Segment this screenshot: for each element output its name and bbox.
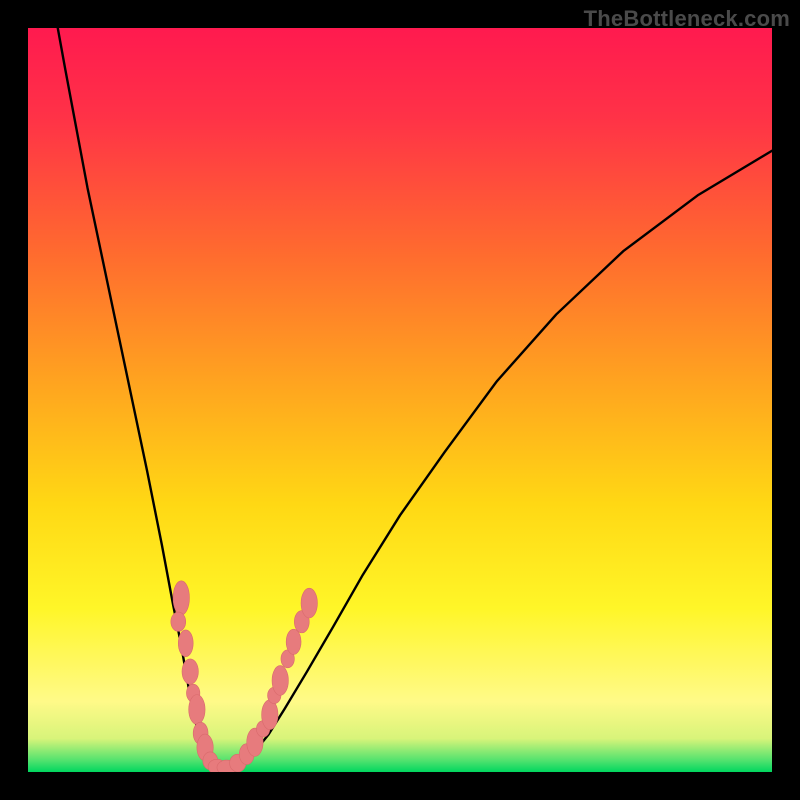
gradient-background: [28, 28, 772, 772]
marker-1: [171, 612, 186, 631]
marker-0: [173, 581, 189, 615]
chart-frame: TheBottleneck.com: [0, 0, 800, 800]
marker-5: [189, 695, 205, 725]
chart-svg: [28, 28, 772, 772]
watermark-text: TheBottleneck.com: [584, 6, 790, 32]
plot-area: [28, 28, 772, 772]
marker-15: [262, 700, 278, 730]
marker-2: [178, 630, 193, 657]
marker-21: [301, 588, 317, 618]
marker-17: [272, 666, 288, 696]
marker-19: [286, 629, 301, 654]
marker-3: [182, 659, 198, 684]
